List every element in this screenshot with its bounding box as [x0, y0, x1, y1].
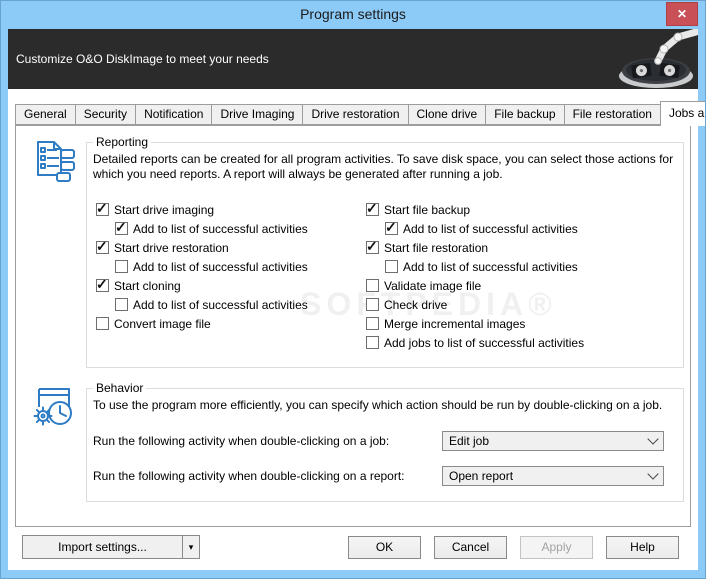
import-settings-button[interactable]: Import settings... ▾: [22, 535, 200, 559]
behavior-icon: [33, 388, 72, 426]
apply-button: Apply: [520, 536, 593, 559]
close-icon: ✕: [676, 7, 688, 21]
checkbox-unchecked-icon[interactable]: [115, 298, 128, 311]
checkbox-label: Start file backup: [384, 202, 471, 217]
reporting-group: Reporting Detailed reports can be create…: [86, 135, 684, 368]
program-settings-window: Program settings ✕ Customize O&O DiskIma…: [0, 0, 706, 579]
tab-file-restoration[interactable]: File restoration: [564, 104, 661, 125]
checkbox-row-add-to-list-of-successful-activities[interactable]: Add to list of successful activities: [115, 295, 366, 314]
checkbox-row-add-to-list-of-successful-activities[interactable]: Add to list of successful activities: [115, 219, 366, 238]
tab-general[interactable]: General: [15, 104, 76, 125]
checkbox-checked-icon[interactable]: [366, 200, 379, 217]
checkbox-row-add-to-list-of-successful-activities[interactable]: Add to list of successful activities: [115, 257, 366, 276]
behavior-legend: Behavior: [96, 381, 144, 395]
diskimage-robot-icon: [619, 29, 698, 88]
import-settings-label: Import settings...: [58, 540, 147, 554]
cancel-button[interactable]: Cancel: [434, 536, 507, 559]
checkbox-row-add-to-list-of-successful-activities[interactable]: Add to list of successful activities: [385, 219, 683, 238]
checkbox-label: Validate image file: [384, 278, 482, 293]
dialog-content: General Security Notification Drive Imaging…: [8, 89, 705, 570]
header-subtitle: Customize O&O DiskImage to meet your nee…: [16, 52, 269, 66]
reporting-check-columns: Start drive imaging Add to list of succes…: [87, 200, 683, 352]
checkbox-label: Add to list of successful activities: [403, 221, 578, 236]
reporting-icon: [37, 141, 75, 182]
checkbox-checked-icon[interactable]: [366, 238, 379, 255]
checkbox-row-start-file-restoration[interactable]: Start file restoration: [366, 238, 683, 257]
checkbox-label: Add jobs to list of successful activitie…: [384, 335, 585, 350]
checkbox-unchecked-icon[interactable]: [366, 317, 379, 330]
checkbox-unchecked-icon[interactable]: [366, 279, 379, 292]
close-button[interactable]: ✕: [666, 2, 698, 26]
tab-strip: General Security Notification Drive Imaging…: [15, 101, 705, 126]
checkbox-label: Start file restoration: [384, 240, 489, 255]
dropdown-arrow-icon[interactable]: ▾: [182, 536, 199, 558]
checkbox-checked-icon[interactable]: [115, 219, 128, 236]
footer-buttons: OK Cancel Apply Help: [348, 536, 679, 559]
checkbox-checked-icon[interactable]: [96, 200, 109, 217]
checkbox-unchecked-icon[interactable]: [115, 260, 128, 273]
dropdown-open-report[interactable]: Open report: [442, 466, 664, 486]
tab-clone-drive[interactable]: Clone drive: [408, 104, 487, 125]
checkbox-label: Merge incremental images: [384, 316, 526, 331]
branding-header: Customize O&O DiskImage to meet your nee…: [8, 29, 698, 89]
checkbox-label: Add to list of successful activities: [133, 297, 308, 312]
behavior-row: Run the following activity when double-c…: [93, 431, 677, 451]
tab-drive-imaging[interactable]: Drive Imaging: [212, 104, 304, 125]
checkbox-unchecked-icon[interactable]: [96, 317, 109, 330]
behavior-row-label: Run the following activity when double-c…: [93, 469, 405, 483]
checkbox-row-start-drive-restoration[interactable]: Start drive restoration: [96, 238, 366, 257]
chevron-down-icon: [647, 433, 659, 445]
chevron-down-icon: [647, 468, 659, 480]
checkbox-row-start-cloning[interactable]: Start cloning: [96, 276, 366, 295]
check-column-right: Start file backup Add to list of successf…: [366, 200, 683, 352]
checkbox-checked-icon[interactable]: [385, 219, 398, 236]
window-title: Program settings: [300, 6, 406, 22]
checkbox-label: Start cloning: [114, 278, 181, 293]
checkbox-label: Start drive imaging: [114, 202, 215, 217]
behavior-rows: Run the following activity when double-c…: [93, 431, 677, 486]
checkbox-label: Add to list of successful activities: [133, 221, 308, 236]
behavior-row: Run the following activity when double-c…: [93, 466, 677, 486]
checkbox-row-add-to-list-of-successful-activities[interactable]: Add to list of successful activities: [385, 257, 683, 276]
dropdown-edit-job[interactable]: Edit job: [442, 431, 664, 451]
dialog-footer: Import settings... ▾ OK Cancel Apply Help: [15, 535, 691, 559]
tab-drive-restoration[interactable]: Drive restoration: [303, 104, 409, 125]
checkbox-unchecked-icon[interactable]: [385, 260, 398, 273]
checkbox-label: Check drive: [384, 297, 448, 312]
checkbox-label: Convert image file: [114, 316, 211, 331]
checkbox-row-start-file-backup[interactable]: Start file backup: [366, 200, 683, 219]
dropdown-selected-value: Open report: [449, 469, 514, 483]
title-bar[interactable]: Program settings ✕: [1, 1, 705, 29]
checkbox-row-start-drive-imaging[interactable]: Start drive imaging: [96, 200, 366, 219]
reporting-description: Detailed reports can be created for all …: [93, 152, 674, 181]
help-button[interactable]: Help: [606, 536, 679, 559]
tab-security[interactable]: Security: [75, 104, 137, 125]
checkbox-unchecked-icon[interactable]: [366, 298, 379, 311]
checkbox-row-convert-image-file[interactable]: Convert image file: [96, 314, 366, 333]
dropdown-selected-value: Edit job: [449, 434, 490, 448]
checkbox-unchecked-icon[interactable]: [366, 336, 379, 349]
ok-button[interactable]: OK: [348, 536, 421, 559]
tab-jobs-and-reports[interactable]: Jobs and reports: [659, 101, 705, 126]
check-column-left: Start drive imaging Add to list of succes…: [96, 200, 366, 352]
behavior-description: To use the program more efficiently, you…: [93, 398, 663, 412]
checkbox-label: Start drive restoration: [114, 240, 229, 255]
checkbox-row-merge-incremental-images[interactable]: Merge incremental images: [366, 314, 683, 333]
checkbox-label: Add to list of successful activities: [133, 259, 308, 274]
reporting-legend: Reporting: [96, 135, 149, 149]
checkbox-row-check-drive[interactable]: Check drive: [366, 295, 683, 314]
checkbox-checked-icon[interactable]: [96, 276, 109, 293]
checkbox-checked-icon[interactable]: [96, 238, 109, 255]
tab-notification[interactable]: Notification: [136, 104, 213, 125]
checkbox-row-validate-image-file[interactable]: Validate image file: [366, 276, 683, 295]
checkbox-row-add-jobs-to-list-of-successful-activities[interactable]: Add jobs to list of successful activitie…: [366, 333, 683, 352]
behavior-row-label: Run the following activity when double-c…: [93, 434, 390, 448]
jobs-and-reports-panel: SOFTPEDIA® Reporting Detailed reports ca…: [15, 125, 691, 527]
checkbox-label: Add to list of successful activities: [403, 259, 578, 274]
behavior-group: Behavior To use the program more efficie…: [86, 381, 684, 502]
tab-file-backup[interactable]: File backup: [486, 104, 565, 125]
